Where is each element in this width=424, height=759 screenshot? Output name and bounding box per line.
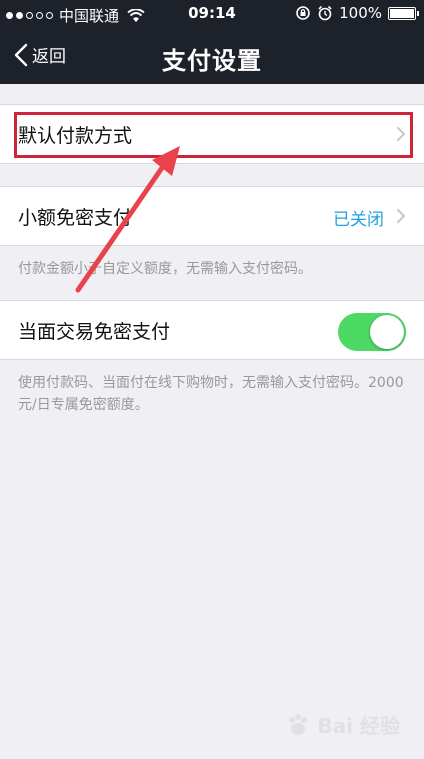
watermark-text: Bai 经验 <box>317 714 400 738</box>
small-amount-note: 付款金额小于自定义额度，无需输入支付密码。 <box>18 261 312 277</box>
face-to-face-label: 当面交易免密支付 <box>18 320 171 343</box>
face-to-face-note: 使用付款码、当面付在线下购物时，无需输入支付密码。2000元/日专属免密额度。 <box>18 375 404 413</box>
small-amount-row[interactable]: 小额免密支付 已关闭 <box>0 187 424 245</box>
status-bar: 中国联通 09:14 100% <box>0 0 424 28</box>
chevron-right-icon <box>397 209 405 223</box>
baidu-paw-icon <box>289 713 308 735</box>
page-title: 支付设置 <box>162 47 262 75</box>
annotation-highlight-box <box>14 112 413 158</box>
status-right: 100% <box>295 4 419 22</box>
watermark: Bai 经验 <box>285 710 400 739</box>
face-to-face-toggle[interactable] <box>338 313 406 351</box>
face-to-face-row: 当面交易免密支付 <box>0 301 424 359</box>
battery-label: 100% <box>339 4 382 22</box>
toggle-knob <box>370 315 404 349</box>
alarm-icon <box>318 5 332 21</box>
battery-icon <box>388 6 419 20</box>
face-to-face-group: 当面交易免密支付 <box>0 300 424 360</box>
rotation-lock-icon <box>296 6 310 20</box>
small-amount-group: 小额免密支付 已关闭 <box>0 186 424 246</box>
navigation-bar: 返回 支付设置 <box>0 28 424 84</box>
small-amount-status: 已关闭 <box>333 210 384 230</box>
small-amount-label: 小额免密支付 <box>18 206 133 229</box>
